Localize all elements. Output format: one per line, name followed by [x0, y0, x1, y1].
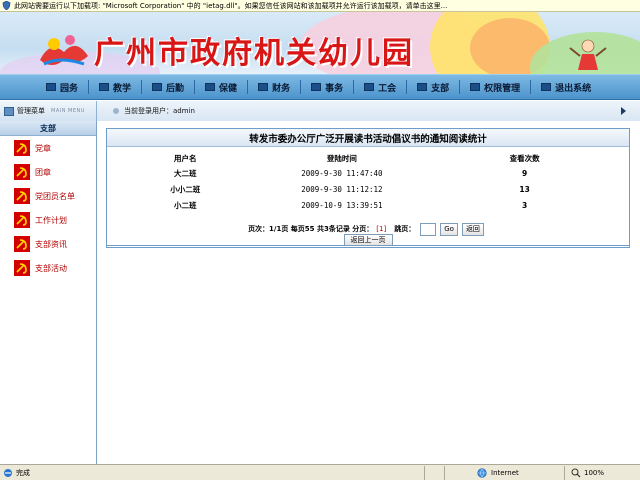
status-zoom[interactable]: 100% — [564, 465, 622, 480]
party-emblem-icon — [14, 140, 30, 156]
nav-bullet-icon — [258, 83, 269, 91]
nav-bullet-icon — [417, 83, 428, 91]
sub-header-bar: 管理菜单 MAIN MENU 当前登录用户： admin — [0, 101, 640, 121]
nav-item-health[interactable]: 保健 — [205, 76, 237, 98]
menu-header: 管理菜单 MAIN MENU — [0, 101, 97, 121]
nav-bullet-icon — [205, 83, 216, 91]
current-user-label: 当前登录用户： — [124, 107, 173, 115]
site-title: 广州市政府机关幼儿园 — [94, 36, 414, 71]
sidebar-section-title: 支部 — [0, 121, 96, 136]
cell-user: 大二班 — [174, 168, 197, 178]
shield-icon — [2, 1, 11, 10]
table-row: 大二班 2009-9-30 11:47:40 9 — [107, 165, 629, 181]
back-row: 返回上一页 — [106, 232, 630, 248]
cell-login-time: 2009-9-30 11:12:12 — [301, 184, 383, 194]
sidebar-item-member-list[interactable]: 党团员名单 — [0, 184, 96, 208]
nav-item-logistics[interactable]: 后勤 — [152, 76, 184, 98]
child-illustration-icon — [569, 39, 607, 70]
nav-item-logout[interactable]: 退出系统 — [541, 76, 591, 98]
table-row: 小小二班 2009-9-30 11:12:12 13 — [107, 181, 629, 197]
party-emblem-icon — [14, 212, 30, 228]
nav-item-general[interactable]: 园务 — [46, 76, 78, 98]
infobar-message: 此网站需要运行以下加载项: "Microsoft Corporation" 中的… — [14, 1, 448, 10]
current-user-bar: 当前登录用户： admin — [97, 101, 640, 121]
nav-item-affairs[interactable]: 事务 — [311, 76, 343, 98]
nav-item-permissions[interactable]: 权限管理 — [470, 76, 520, 98]
nav-item-union[interactable]: 工会 — [364, 76, 396, 98]
page-title: 转发市委办公厅广泛开展读书活动倡议书的通知阅读统计 — [107, 129, 629, 147]
cell-login-time: 2009-9-30 11:47:40 — [301, 168, 383, 178]
main-content: 转发市委办公厅广泛开展读书活动倡议书的通知阅读统计 用户名 登陆时间 查看次数 … — [98, 121, 640, 464]
bullet-icon — [113, 108, 119, 114]
kindergarten-logo — [40, 35, 88, 66]
status-done: 完成 — [0, 466, 424, 480]
ie-page-icon — [4, 468, 12, 477]
nav-bullet-icon — [364, 83, 375, 91]
sidebar-item-work-plan[interactable]: 工作计划 — [0, 208, 96, 232]
read-statistics-table: 用户名 登陆时间 查看次数 大二班 2009-9-30 11:47:40 9 小… — [107, 151, 629, 213]
sidebar-item-branch-news[interactable]: 支部资讯 — [0, 232, 96, 256]
globe-icon — [477, 467, 487, 478]
nav-bullet-icon — [46, 83, 56, 91]
site-banner: 广州市政府机关幼儿园 — [0, 12, 640, 74]
column-header-view-count: 查看次数 — [509, 153, 540, 163]
party-emblem-icon — [14, 260, 30, 276]
cell-view-count: 9 — [521, 168, 528, 178]
party-emblem-icon — [14, 188, 30, 204]
current-user-name: admin — [173, 107, 195, 115]
back-to-previous-button[interactable]: 返回上一页 — [343, 233, 393, 246]
zoom-icon — [571, 468, 581, 477]
table-row: 小二班 2009-10-9 13:39:51 3 — [107, 197, 629, 213]
nav-bullet-icon — [470, 83, 481, 91]
nav-item-branch[interactable]: 支部 — [417, 76, 449, 98]
party-emblem-icon — [14, 164, 30, 180]
sidebar-item-league-charter[interactable]: 团章 — [0, 160, 96, 184]
nav-bullet-icon — [311, 83, 322, 91]
menu-label: 管理菜单 — [17, 107, 45, 115]
menu-sublabel: MAIN MENU — [51, 108, 85, 114]
sidebar-item-branch-activities[interactable]: 支部活动 — [0, 256, 96, 280]
column-header-user: 用户名 — [174, 153, 197, 163]
cell-user: 小二班 — [174, 200, 197, 210]
nav-bullet-icon — [152, 83, 163, 91]
nav-item-finance[interactable]: 财务 — [258, 76, 290, 98]
main-navigation: 园务 教学 后勤 保健 财务 事务 工会 支部 权限管理 退出系统 — [0, 74, 640, 100]
play-arrow-icon[interactable] — [621, 107, 626, 115]
sidebar: 支部 党章 团章 党团员名单 工作计划 支部资讯 支部活动 — [0, 121, 97, 464]
cell-view-count: 3 — [521, 200, 528, 210]
cell-view-count: 13 — [519, 184, 530, 194]
nav-bullet-icon — [99, 83, 110, 91]
statistics-panel: 转发市委办公厅广泛开展读书活动倡议书的通知阅读统计 用户名 登陆时间 查看次数 … — [106, 128, 630, 246]
column-header-login-time: 登陆时间 — [326, 153, 357, 163]
nav-bullet-icon — [541, 83, 552, 91]
cell-login-time: 2009-10-9 13:39:51 — [301, 200, 383, 210]
cell-user: 小小二班 — [170, 184, 201, 194]
ie-information-bar[interactable]: 此网站需要运行以下加载项: "Microsoft Corporation" 中的… — [0, 0, 640, 12]
menu-icon — [4, 106, 14, 116]
nav-item-teaching[interactable]: 教学 — [99, 76, 131, 98]
status-zone: Internet — [444, 465, 564, 480]
table-header-row: 用户名 登陆时间 查看次数 — [107, 151, 629, 165]
sidebar-item-party-charter[interactable]: 党章 — [0, 136, 96, 160]
party-emblem-icon — [14, 236, 30, 252]
browser-status-bar: 完成 Internet 100% — [0, 464, 640, 480]
